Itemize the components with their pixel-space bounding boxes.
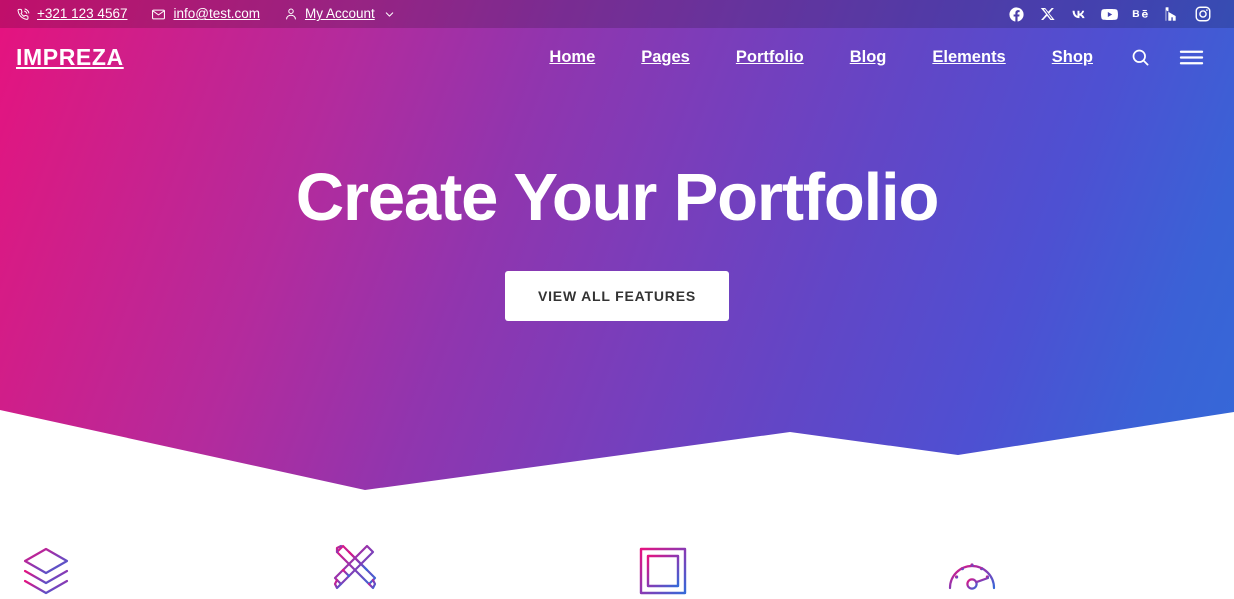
topbar-account-label: My Account: [304, 6, 375, 22]
topbar-account-menu[interactable]: My Account: [284, 7, 395, 21]
youtube-icon[interactable]: [1100, 5, 1119, 24]
topbar-social-group: [1007, 5, 1218, 24]
topbar-email-link[interactable]: info@test.com: [151, 6, 260, 22]
nav-item-blog[interactable]: Blog: [827, 49, 910, 66]
nav-item-elements[interactable]: Elements: [909, 49, 1028, 66]
feature-item-design-tools: [309, 540, 618, 599]
phone-icon: [16, 7, 30, 21]
hero-heading: Create Your Portfolio: [295, 160, 940, 235]
view-all-features-button[interactable]: VIEW ALL FEATURES: [504, 271, 729, 322]
square-frame-icon: [637, 540, 689, 599]
vk-icon[interactable]: [1069, 5, 1088, 24]
user-icon: [284, 7, 298, 21]
feature-icons-row: [0, 540, 1234, 599]
feature-item-frame: [617, 540, 926, 599]
facebook-icon[interactable]: [1007, 5, 1026, 24]
nav-item-portfolio[interactable]: Portfolio: [713, 49, 827, 66]
behance-icon[interactable]: [1131, 5, 1150, 24]
nav-item-home[interactable]: Home: [526, 49, 618, 66]
feature-item-performance: [926, 540, 1234, 599]
topbar-contact-group: +321 123 4567 info@test.com My Account: [16, 7, 395, 22]
speedometer-icon: [946, 540, 998, 599]
topbar-phone-label: +321 123 4567: [37, 6, 128, 22]
topbar-email-label: info@test.com: [173, 6, 260, 22]
hamburger-menu-icon[interactable]: [1165, 47, 1218, 68]
page-root: +321 123 4567 info@test.com My Account I…: [0, 0, 1234, 599]
nav-item-shop[interactable]: Shop: [1029, 49, 1116, 66]
nav-item-pages[interactable]: Pages: [618, 49, 713, 66]
x-twitter-icon[interactable]: [1038, 5, 1057, 24]
primary-navigation: Home Pages Portfolio Blog Elements Shop: [526, 47, 1218, 68]
pencil-ruler-icon: [329, 540, 381, 599]
chevron-down-icon: [384, 9, 395, 20]
top-utility-bar: +321 123 4567 info@test.com My Account: [0, 0, 1234, 28]
topbar-phone-link[interactable]: +321 123 4567: [16, 7, 127, 21]
instagram-icon[interactable]: [1193, 5, 1212, 24]
feature-item-layers: [0, 540, 309, 599]
houzz-icon[interactable]: [1162, 5, 1181, 24]
hero-section: Create Your Portfolio VIEW ALL FEATURES: [0, 160, 1234, 322]
layers-icon: [20, 540, 72, 599]
site-logo[interactable]: IMPREZA: [16, 45, 124, 69]
envelope-icon: [151, 7, 166, 22]
search-icon[interactable]: [1116, 47, 1165, 68]
main-header: IMPREZA Home Pages Portfolio Blog Elemen…: [0, 28, 1234, 86]
